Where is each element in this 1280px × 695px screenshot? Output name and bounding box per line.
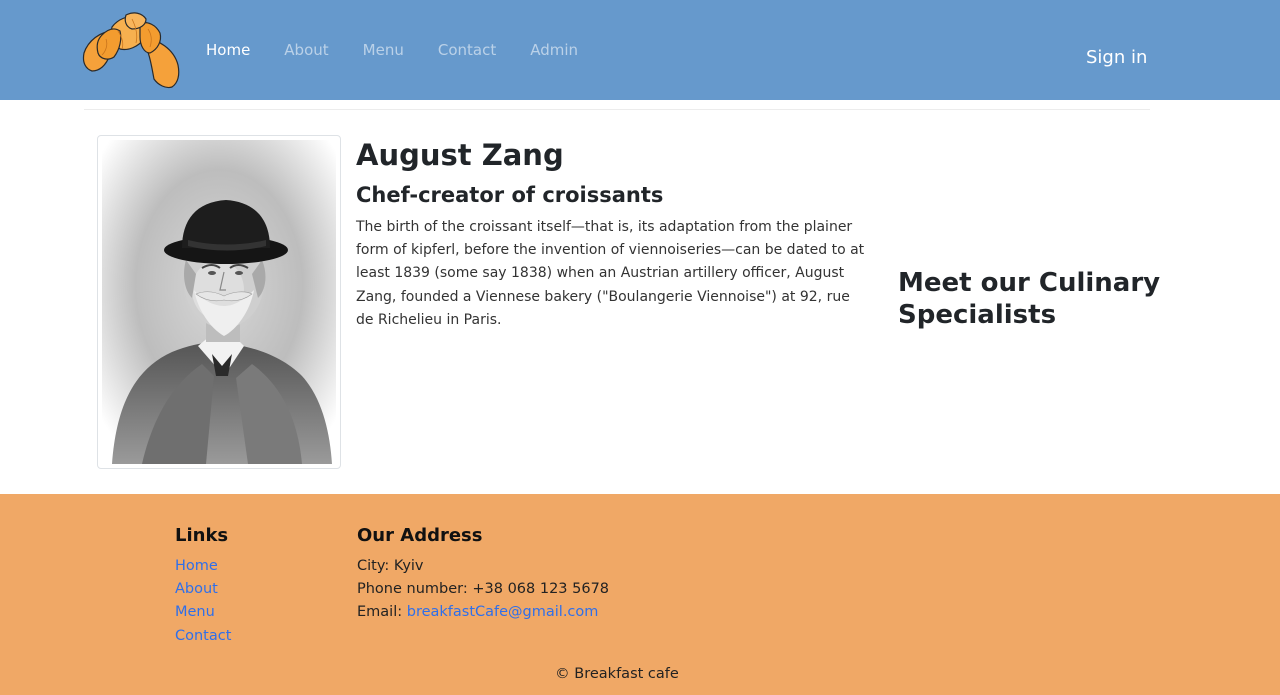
footer-address-heading: Our Address (357, 525, 483, 546)
chef-bio: The birth of the croissant itself—that i… (356, 219, 865, 328)
list-item: Menu (175, 601, 231, 624)
footer-links-list: Home About Menu Contact (175, 555, 231, 648)
nav-admin-link[interactable]: Admin (513, 38, 595, 62)
site-header: Home About Menu Contact Admin Sign in (0, 0, 1280, 100)
copyright: © Breakfast cafe (555, 666, 679, 682)
list-item: About (175, 578, 231, 601)
sign-in-link[interactable]: Sign in (1086, 45, 1147, 71)
address-email-label: Email: (357, 604, 407, 621)
specialists-heading: Meet our Culinary Specialists (898, 268, 1161, 330)
chef-role: Chef-creator of croissants (356, 183, 664, 207)
chef-name: August Zang (356, 138, 564, 172)
address-city: City: Kyiv (357, 558, 424, 574)
site-footer: Links Home About Menu Contact Our Addres… (0, 494, 1280, 695)
croissant-logo-icon[interactable] (82, 9, 182, 91)
footer-link-home[interactable]: Home (175, 558, 218, 574)
list-item: Home (175, 555, 231, 578)
address-email-row: Email: breakfastCafe@gmail.com (357, 601, 609, 624)
nav-menu-link[interactable]: Menu (346, 38, 421, 62)
footer-link-about[interactable]: About (175, 581, 218, 597)
chef-portrait-image (102, 140, 336, 464)
footer-link-contact[interactable]: Contact (175, 628, 231, 644)
address-phone: Phone number: +38 068 123 5678 (357, 581, 610, 598)
main-nav: Home About Menu Contact Admin (189, 38, 595, 62)
chef-portrait-frame (97, 135, 341, 469)
nav-contact-link[interactable]: Contact (421, 38, 513, 62)
footer-links-heading: Links (175, 525, 229, 546)
footer-address: City: Kyiv Phone number: +38 068 123 567… (357, 555, 609, 625)
nav-home-link[interactable]: Home (189, 38, 267, 62)
address-email-link[interactable]: breakfastCafe@gmail.com (407, 604, 599, 620)
footer-link-menu[interactable]: Menu (175, 604, 215, 620)
nav-about-link[interactable]: About (267, 38, 345, 62)
header-divider (84, 109, 1150, 110)
list-item: Contact (175, 625, 231, 648)
